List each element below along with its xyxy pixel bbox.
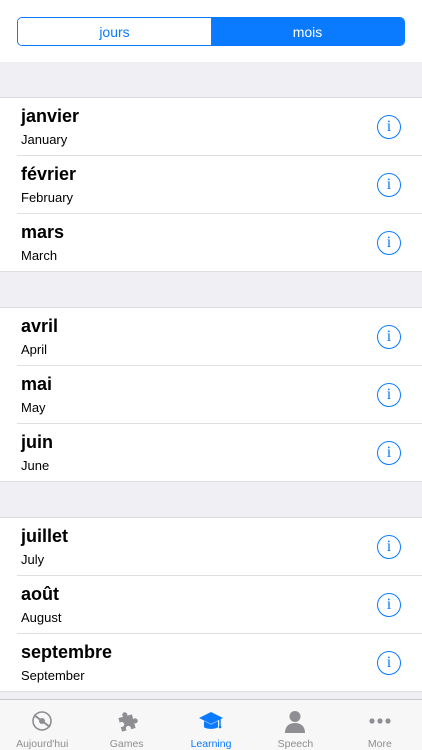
person-icon	[285, 711, 306, 733]
tab-label: More	[367, 738, 392, 750]
month-french: juin	[21, 432, 53, 452]
today-icon	[32, 711, 53, 731]
month-french: août	[21, 584, 59, 604]
top-bar: jours mois	[0, 0, 422, 62]
list-item[interactable]: juillet July i	[0, 518, 422, 576]
section-separator	[0, 482, 422, 518]
row-divider	[0, 691, 422, 692]
segment-mois[interactable]: mois	[211, 18, 404, 45]
month-french: septembre	[21, 642, 113, 662]
month-french: avril	[21, 316, 59, 336]
tab-learning[interactable]: Learning	[169, 700, 253, 750]
month-french: mai	[21, 374, 53, 394]
segmented-control: jours mois	[17, 17, 405, 46]
tab-games[interactable]: Games	[84, 700, 168, 750]
tab-label: Aujourd'hui	[16, 738, 69, 750]
puzzle-icon	[118, 712, 138, 732]
graduation-cap-icon	[199, 712, 224, 729]
month-english: April	[21, 342, 48, 357]
info-icon[interactable]: i	[377, 651, 401, 675]
segment-jours[interactable]: jours	[18, 18, 211, 45]
list-item[interactable]: janvier January i	[0, 98, 422, 156]
month-french: janvier	[21, 106, 80, 126]
month-english: March	[21, 248, 58, 263]
month-english: February	[21, 190, 74, 205]
month-english: January	[21, 132, 68, 147]
month-french: mars	[21, 222, 65, 242]
info-icon[interactable]: i	[377, 441, 401, 465]
section-separator	[0, 62, 422, 98]
info-icon[interactable]: i	[377, 535, 401, 559]
tab-label: Games	[109, 738, 144, 750]
tab-speech[interactable]: Speech	[253, 700, 337, 750]
list-item[interactable]: août August i	[0, 576, 422, 634]
info-icon[interactable]: i	[377, 593, 401, 617]
month-french: juillet	[21, 526, 69, 546]
list-item[interactable]: février February i	[0, 156, 422, 214]
month-french: février	[21, 164, 77, 184]
month-english: September	[21, 668, 85, 683]
list-item[interactable]: mars March i	[0, 214, 422, 272]
info-icon[interactable]: i	[377, 325, 401, 349]
info-icon[interactable]: i	[377, 173, 401, 197]
month-english: August	[21, 610, 62, 625]
months-list: janvier January i février February i mar…	[0, 62, 422, 728]
more-dots-icon	[369, 718, 391, 724]
section-separator	[0, 272, 422, 308]
month-english: July	[21, 552, 45, 567]
tab-label: Learning	[190, 738, 232, 750]
info-icon[interactable]: i	[377, 115, 401, 139]
list-item[interactable]: juin June i	[0, 424, 422, 482]
row-divider	[0, 271, 422, 272]
tab-bar: Aujourd'hui Games Learning Speech More	[0, 699, 422, 750]
month-english: May	[21, 400, 46, 415]
tab-aujourdhui[interactable]: Aujourd'hui	[0, 700, 84, 750]
info-icon[interactable]: i	[377, 383, 401, 407]
info-icon[interactable]: i	[377, 231, 401, 255]
row-divider	[0, 481, 422, 482]
tab-more[interactable]: More	[338, 700, 422, 750]
list-item[interactable]: septembre September i	[0, 634, 422, 692]
tab-label: Speech	[277, 738, 314, 750]
list-item[interactable]: avril April i	[0, 308, 422, 366]
month-english: June	[21, 458, 50, 473]
list-item[interactable]: mai May i	[0, 366, 422, 424]
